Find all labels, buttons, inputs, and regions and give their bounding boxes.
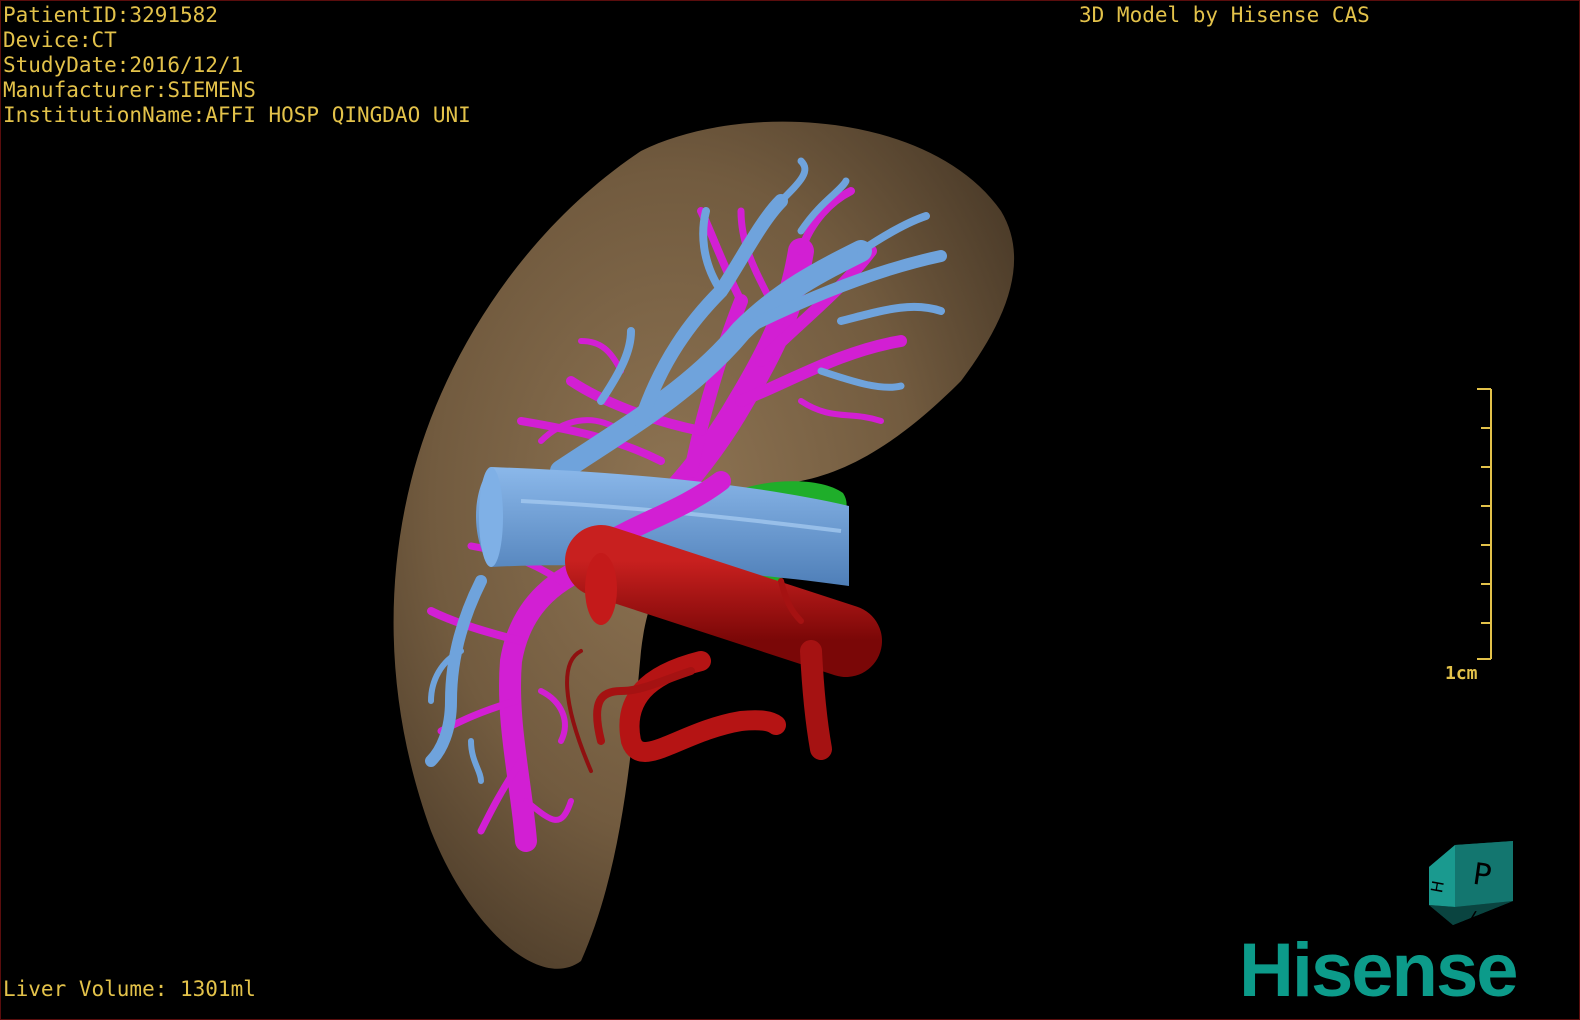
institution-name: InstitutionName:AFFI HOSP QINGDAO UNI <box>3 103 471 127</box>
3d-viewport[interactable]: PatientID:3291582 Device:CT StudyDate:20… <box>0 0 1580 1020</box>
manufacturer: Manufacturer:SIEMENS <box>3 78 256 102</box>
model-credit: 3D Model by Hisense CAS <box>1079 3 1370 27</box>
scale-bar <box>1477 388 1492 660</box>
hisense-logo: Hisense <box>1239 928 1518 1013</box>
device: Device:CT <box>3 28 117 52</box>
scale-label: 1cm <box>1445 663 1478 684</box>
liver-volume: Liver Volume: 1301ml <box>3 977 256 1001</box>
orientation-cube-icon[interactable]: P H 7 <box>1419 837 1519 932</box>
study-date: StudyDate:2016/12/1 <box>3 53 244 77</box>
dicom-metadata: PatientID:3291582 Device:CT StudyDate:20… <box>3 3 471 128</box>
liver-3d-model[interactable] <box>1 1 1580 1020</box>
patient-id: PatientID:3291582 <box>3 3 218 27</box>
